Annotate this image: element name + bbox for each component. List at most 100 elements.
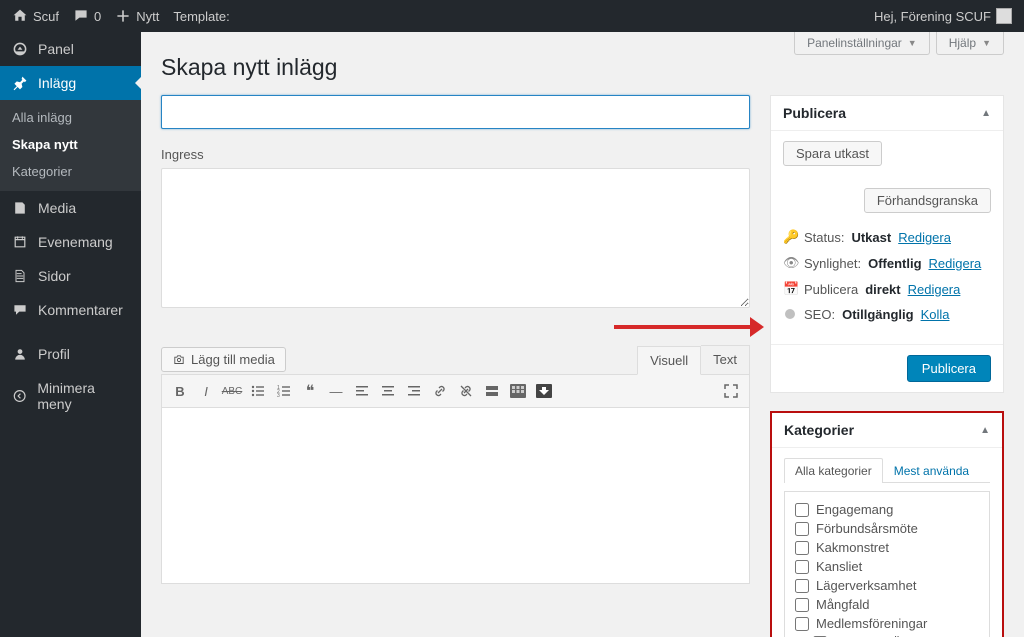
cat-checkbox[interactable] — [795, 522, 809, 536]
post-title-input[interactable] — [161, 95, 750, 129]
adminbar-template[interactable]: Template: — [173, 9, 229, 24]
sidebar-label-comments: Kommentarer — [38, 302, 123, 318]
sidebar-submenu-posts: Alla inlägg Skapa nytt Kategorier — [0, 100, 141, 191]
align-center-button[interactable] — [376, 380, 400, 402]
adminbar-greeting[interactable]: Hej, Förening SCUF — [874, 8, 1012, 24]
more-button[interactable] — [480, 380, 504, 402]
align-right-button[interactable] — [402, 380, 426, 402]
seo-check-link[interactable]: Kolla — [921, 307, 950, 322]
sidebar-sub-all-posts[interactable]: Alla inlägg — [0, 104, 141, 131]
sidebar-item-posts[interactable]: Inlägg — [0, 66, 141, 100]
categories-toggle[interactable]: ▲ — [980, 425, 990, 436]
calendar-icon — [12, 234, 28, 250]
media-icon — [12, 200, 28, 216]
cat-checkbox[interactable] — [795, 617, 809, 631]
adminbar-comments[interactable]: 0 — [73, 8, 101, 24]
categories-metabox: Kategorier ▲ Alla kategorier Mest använd… — [770, 411, 1004, 637]
categories-title: Kategorier — [784, 422, 854, 438]
pages-icon — [12, 268, 28, 284]
sidebar-item-events[interactable]: Evenemang — [0, 225, 141, 259]
ingress-label: Ingress — [161, 147, 750, 162]
admin-sidebar: Panel Inlägg Alla inlägg Skapa nytt Kate… — [0, 32, 141, 637]
chevron-down-icon: ▼ — [982, 38, 991, 48]
blockquote-button[interactable]: ❝ — [298, 380, 322, 402]
cat-checkbox[interactable] — [795, 579, 809, 593]
fullscreen-button[interactable] — [719, 380, 743, 402]
annotation-arrow — [614, 317, 764, 337]
sidebar-item-pages[interactable]: Sidor — [0, 259, 141, 293]
sidebar-label-pages: Sidor — [38, 268, 71, 284]
tab-text[interactable]: Text — [701, 345, 750, 374]
adminbar-new[interactable]: Nytt — [115, 8, 159, 24]
visibility-edit-link[interactable]: Redigera — [929, 256, 982, 271]
cat-checkbox[interactable] — [795, 541, 809, 555]
help-button[interactable]: Hjälp▼ — [936, 32, 1004, 55]
adminbar-new-label: Nytt — [136, 9, 159, 24]
tab-visual[interactable]: Visuell — [637, 346, 701, 375]
sidebar-label-panel: Panel — [38, 41, 74, 57]
sidebar-label-media: Media — [38, 200, 76, 216]
cat-checkbox[interactable] — [795, 503, 809, 517]
sidebar-item-collapse[interactable]: Minimera meny — [0, 371, 141, 421]
publish-button[interactable]: Publicera — [907, 355, 991, 382]
sidebar-sub-create[interactable]: Skapa nytt — [0, 131, 141, 158]
italic-button[interactable]: I — [194, 380, 218, 402]
user-icon — [12, 346, 28, 362]
cat-tab-most[interactable]: Mest använda — [883, 458, 980, 483]
sidebar-label-collapse: Minimera meny — [37, 380, 129, 412]
unlink-button[interactable] — [454, 380, 478, 402]
editor-toolbar: B I ABC 123 ❝ — — [161, 374, 750, 408]
publish-toggle[interactable]: ▲ — [981, 108, 991, 119]
link-button[interactable] — [428, 380, 452, 402]
chevron-down-icon: ▼ — [908, 38, 917, 48]
collapse-icon — [12, 388, 27, 404]
camera-icon — [172, 353, 186, 367]
sidebar-item-comments[interactable]: Kommentarer — [0, 293, 141, 327]
sidebar-item-profile[interactable]: Profil — [0, 337, 141, 371]
eye-icon: 👁 — [783, 255, 797, 271]
cat-checkbox[interactable] — [795, 598, 809, 612]
toolbar-toggle-button[interactable] — [506, 380, 530, 402]
page-title: Skapa nytt inlägg — [161, 54, 1004, 81]
main-content: Panelinställningar▼ Hjälp▼ Skapa nytt in… — [141, 32, 1024, 637]
cat-checkbox[interactable] — [795, 560, 809, 574]
svg-text:3: 3 — [277, 393, 280, 398]
publish-title: Publicera — [783, 105, 846, 121]
plus-icon — [115, 8, 131, 24]
comment-icon — [73, 8, 89, 24]
publish-metabox: Publicera ▲ Spara utkast Förhandsgranska… — [770, 95, 1004, 393]
calendar-small-icon: 📅 — [783, 281, 797, 297]
ingress-textarea[interactable] — [161, 168, 750, 308]
adminbar-site[interactable]: Scuf — [12, 8, 59, 24]
avatar-icon — [996, 8, 1012, 24]
adminbar-site-name: Scuf — [33, 9, 59, 24]
insert-template-button[interactable] — [532, 380, 556, 402]
hr-button[interactable]: — — [324, 380, 348, 402]
sidebar-item-panel[interactable]: Panel — [0, 32, 141, 66]
preview-button[interactable]: Förhandsgranska — [864, 188, 991, 213]
schedule-edit-link[interactable]: Redigera — [908, 282, 961, 297]
status-edit-link[interactable]: Redigera — [898, 230, 951, 245]
sidebar-label-posts: Inlägg — [38, 75, 76, 91]
add-media-button[interactable]: Lägg till media — [161, 347, 286, 372]
sidebar-sub-categories[interactable]: Kategorier — [0, 158, 141, 185]
cat-tab-all[interactable]: Alla kategorier — [784, 458, 883, 483]
adminbar-comments-count: 0 — [94, 9, 101, 24]
pin-icon — [12, 75, 28, 91]
align-left-button[interactable] — [350, 380, 374, 402]
adminbar-template-label: Template: — [173, 9, 229, 24]
strikethrough-button[interactable]: ABC — [220, 380, 244, 402]
editor-content[interactable] — [161, 408, 750, 584]
dashboard-icon — [12, 41, 28, 57]
bold-button[interactable]: B — [168, 380, 192, 402]
screen-options-button[interactable]: Panelinställningar▼ — [794, 32, 930, 55]
comments-icon — [12, 302, 28, 318]
sidebar-item-media[interactable]: Media — [0, 191, 141, 225]
save-draft-button[interactable]: Spara utkast — [783, 141, 882, 166]
ordered-list-button[interactable]: 123 — [272, 380, 296, 402]
seo-status-icon — [785, 309, 795, 319]
key-icon: 🔑 — [783, 229, 797, 245]
sidebar-label-events: Evenemang — [38, 234, 113, 250]
bullet-list-button[interactable] — [246, 380, 270, 402]
adminbar-greeting-text: Hej, Förening SCUF — [874, 9, 991, 24]
